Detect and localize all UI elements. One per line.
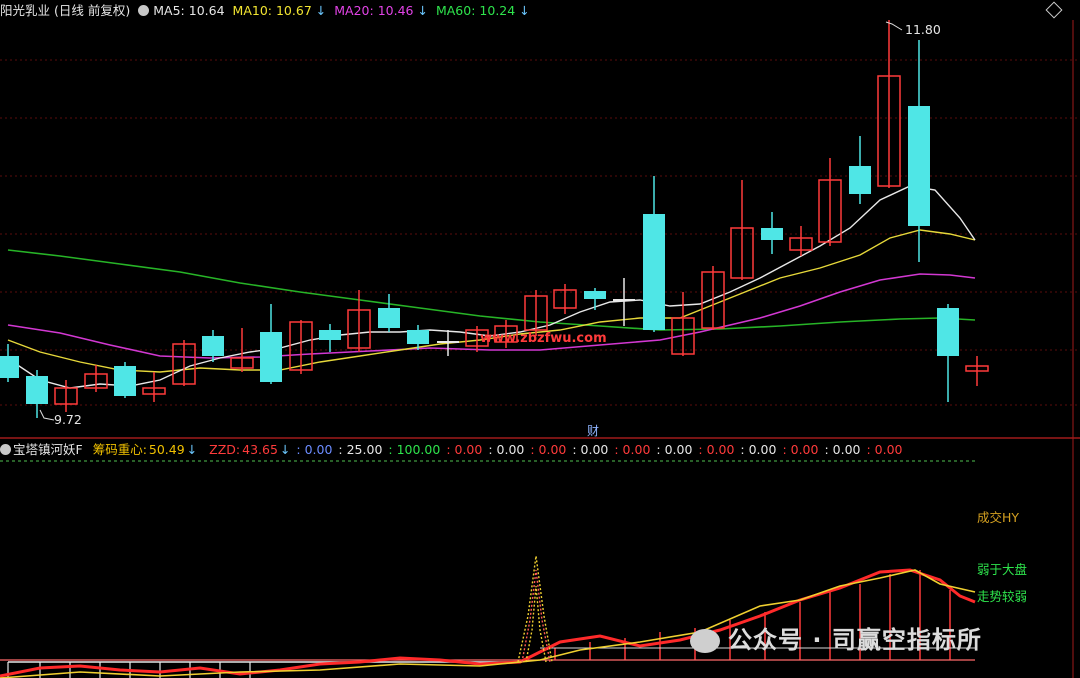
candle[interactable]	[202, 336, 224, 356]
candle[interactable]	[26, 376, 48, 404]
chart-watermark-url: www.zbzfwu.com	[480, 331, 607, 346]
chip-down-arrow-icon: ↓	[186, 442, 198, 457]
low-marker-arrow	[39, 409, 55, 421]
candle[interactable]	[937, 308, 959, 356]
candle[interactable]	[114, 366, 136, 396]
value-13: : 0.00	[824, 442, 861, 457]
value-6: : 0.00	[530, 442, 567, 457]
indicator-settings-gear-icon[interactable]	[0, 444, 11, 455]
finance-marker[interactable]: 财	[587, 422, 599, 439]
value-1: : 0.00	[296, 442, 333, 457]
candle[interactable]	[319, 330, 341, 340]
indicator-header: 宝塔镇河妖F 筹码重心: 50.49 ↓ ZZD: 43.65 ↓ : 0.00 : 2…	[0, 441, 905, 459]
value-4: : 0.00	[446, 442, 483, 457]
value-7: : 0.00	[572, 442, 609, 457]
candle[interactable]	[643, 214, 665, 330]
value-10: : 0.00	[698, 442, 735, 457]
value-9: : 0.00	[656, 442, 693, 457]
low-price-label: 9.72	[54, 412, 82, 427]
zzd-value: 43.65	[242, 442, 278, 457]
chip-label: 筹码重心:	[92, 442, 147, 457]
weak-vs-market-label: 弱于大盘	[977, 562, 1028, 577]
value-5: : 0.00	[488, 442, 525, 457]
volume-hy-label: 成交HY	[977, 510, 1020, 525]
candle[interactable]	[260, 332, 282, 382]
value-12: : 0.00	[782, 442, 819, 457]
value-3: : 100.00	[388, 442, 441, 457]
chip-value: 50.49	[148, 442, 185, 457]
wechat-footer-watermark: 公众号 · 司赢空指标所	[690, 620, 982, 655]
footer-watermark-text: 公众号 · 司赢空指标所	[728, 626, 982, 654]
stock-chart-window: 阳光乳业 (日线 前复权) MA5: 10.64 MA10: 10.67 ↓ MA20:…	[0, 0, 1080, 678]
sub-spike	[517, 555, 553, 663]
candle[interactable]	[908, 106, 930, 226]
weak-trend-label: 走势较弱	[977, 589, 1028, 604]
candle[interactable]	[407, 330, 429, 344]
value-8: : 0.00	[614, 442, 651, 457]
high-price-label: 11.80	[905, 22, 941, 37]
indicator-name[interactable]: 宝塔镇河妖F	[13, 442, 83, 457]
candle[interactable]	[584, 291, 606, 299]
value-14: : 0.00	[866, 442, 903, 457]
candlesticks[interactable]	[0, 20, 989, 418]
wechat-icon	[690, 629, 720, 653]
candle[interactable]	[0, 356, 19, 378]
zzd-down-arrow-icon: ↓	[279, 442, 291, 457]
zzd-label: ZZD:	[209, 442, 241, 457]
ma60-line	[7, 249, 976, 331]
candle[interactable]	[761, 228, 783, 240]
value-2: : 25.00	[338, 442, 383, 457]
candle[interactable]	[378, 308, 400, 328]
value-11: : 0.00	[740, 442, 777, 457]
candle[interactable]	[849, 166, 871, 194]
